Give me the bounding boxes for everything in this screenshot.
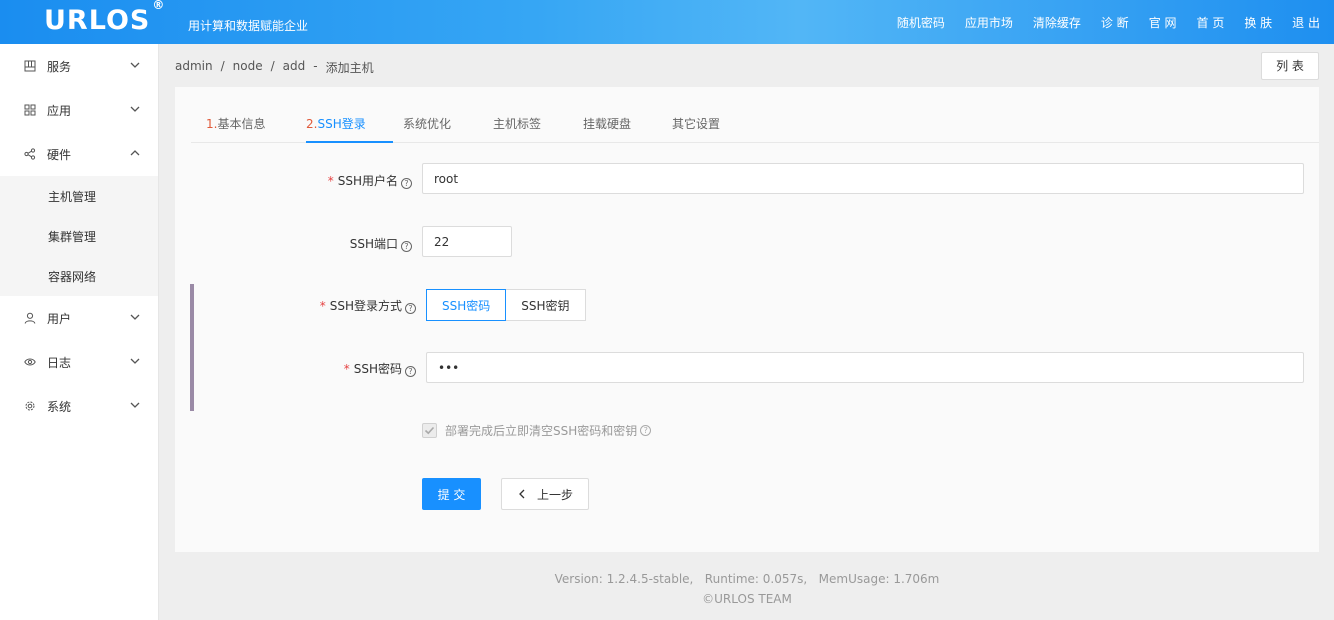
tab-number: 1. <box>206 117 218 131</box>
gear-icon <box>24 400 36 412</box>
tab-number: 2. <box>306 117 318 131</box>
help-icon[interactable]: ? <box>401 241 412 252</box>
help-icon[interactable]: ? <box>405 303 416 314</box>
sidebar-subitem-host-management[interactable]: 主机管理 <box>0 176 158 216</box>
footer-copyright: ©URLOS TEAM <box>702 592 792 606</box>
form-card: 1.基本信息 2.SSH登录 系统优化 主机标签 挂载硬盘 其它设置 * SSH用… <box>175 87 1319 552</box>
ssh-port-label: SSH端口? <box>350 235 412 252</box>
label-text: SSH用户名 <box>337 174 398 188</box>
sidebar-item-label: 服务 <box>47 59 72 74</box>
breadcrumb: admin / node / add - 添加主机 <box>175 59 382 76</box>
ssh-login-method-label: * SSH登录方式? <box>320 297 416 314</box>
section-indicator-bar <box>190 284 194 411</box>
sidebar-item-label: 系统 <box>47 399 72 414</box>
nav-official-site[interactable]: 官 网 <box>1149 14 1177 31</box>
nav-diagnose[interactable]: 诊 断 <box>1101 14 1129 31</box>
chevron-down-icon <box>130 314 140 320</box>
sidebar-item-label: 硬件 <box>47 147 72 162</box>
logo[interactable]: URLOS ® <box>44 0 165 36</box>
help-icon[interactable]: ? <box>401 178 412 189</box>
chevron-up-icon <box>130 150 140 156</box>
ssh-user-label: * SSH用户名? <box>328 172 412 189</box>
previous-step-button[interactable]: 上一步 <box>501 478 589 510</box>
chevron-left-icon <box>519 489 525 499</box>
user-icon <box>24 312 36 324</box>
chevron-down-icon <box>130 402 140 408</box>
sidebar-item-hardware[interactable]: 硬件 <box>0 132 158 176</box>
slogan: 用计算和数据赋能企业 <box>188 19 309 33</box>
step-tabs: 1.基本信息 2.SSH登录 系统优化 主机标签 挂载硬盘 其它设置 <box>191 87 1319 143</box>
nav-random-password[interactable]: 随机密码 <box>897 14 945 31</box>
tab-basic-info[interactable]: 1.基本信息 <box>206 115 265 132</box>
clear-credentials-label: 部署完成后立即清空SSH密码和密钥 <box>445 424 638 438</box>
required-mark: * <box>343 362 350 376</box>
tab-label: 基本信息 <box>217 117 266 131</box>
ssh-port-input[interactable]: 22 <box>422 226 512 257</box>
ssh-password-input[interactable]: ••• <box>426 352 1304 383</box>
apps-icon <box>24 104 36 116</box>
checkmark-icon <box>424 426 435 435</box>
required-mark: * <box>327 174 334 188</box>
sidebar-item-label: 日志 <box>47 355 72 370</box>
top-header: URLOS ® 用计算和数据赋能企业 随机密码 应用市场 清除缓存 诊 断 官 网… <box>0 0 1334 44</box>
sidebar-item-label: 用户 <box>47 311 72 326</box>
chevron-down-icon <box>130 358 140 364</box>
breadcrumb-node[interactable]: node <box>233 59 263 76</box>
ssh-key-option[interactable]: SSH密钥 <box>506 289 586 321</box>
ssh-password-option[interactable]: SSH密码 <box>426 289 507 321</box>
submit-button[interactable]: 提 交 <box>422 478 481 510</box>
footer: Version: 1.2.4.5-stable, Runtime: 0.057s… <box>175 569 1319 609</box>
previous-step-label: 上一步 <box>536 487 573 502</box>
share-icon <box>24 148 36 160</box>
sidebar-submenu-hardware: 主机管理 集群管理 容器网络 <box>0 176 158 296</box>
list-button[interactable]: 列 表 <box>1261 52 1319 80</box>
sidebar-item-apps[interactable]: 应用 <box>0 88 158 132</box>
sidebar-subitem-container-network[interactable]: 容器网络 <box>0 256 158 296</box>
label-text: SSH端口 <box>349 237 398 251</box>
nav-home[interactable]: 首 页 <box>1197 14 1225 31</box>
logo-text: URLOS <box>44 5 151 36</box>
clear-credentials-row: 部署完成后立即清空SSH密码和密钥? <box>422 422 652 439</box>
ssh-user-input[interactable]: root <box>422 163 1304 194</box>
help-icon[interactable]: ? <box>640 425 652 436</box>
eye-icon <box>24 356 36 368</box>
chevron-down-icon <box>130 106 140 112</box>
breadcrumb-add: add <box>282 59 306 73</box>
help-icon[interactable]: ? <box>405 366 416 377</box>
breadcrumb-dash: - <box>313 59 318 73</box>
label-text: SSH密码 <box>353 362 402 376</box>
sidebar-item-label: 应用 <box>47 103 72 118</box>
sidebar-item-service[interactable]: 服务 <box>0 44 158 88</box>
breadcrumb-admin[interactable]: admin <box>175 59 213 76</box>
top-nav: 随机密码 应用市场 清除缓存 诊 断 官 网 首 页 换 肤 退 出 <box>877 0 1320 44</box>
clear-credentials-checkbox[interactable] <box>422 423 437 438</box>
sidebar-item-users[interactable]: 用户 <box>0 296 158 340</box>
breadcrumb-separator: / <box>220 59 225 73</box>
breadcrumb-separator: / <box>270 59 275 73</box>
tab-system-optimize[interactable]: 系统优化 <box>403 115 451 132</box>
nav-clear-cache[interactable]: 清除缓存 <box>1033 14 1081 31</box>
grid-icon <box>24 60 36 72</box>
active-tab-indicator <box>306 141 393 143</box>
footer-version: Version: 1.2.4.5-stable, Runtime: 0.057s… <box>554 572 940 586</box>
nav-logout[interactable]: 退 出 <box>1292 14 1320 31</box>
logo-registered-mark: ® <box>152 0 166 12</box>
sidebar-subitem-cluster-management[interactable]: 集群管理 <box>0 216 158 256</box>
tab-other-settings[interactable]: 其它设置 <box>672 115 720 132</box>
sidebar: 服务 应用 硬件 主机管理 集群管理 容器网络 用户 日志 系统 <box>0 44 159 620</box>
nav-app-market[interactable]: 应用市场 <box>965 14 1013 31</box>
sidebar-item-logs[interactable]: 日志 <box>0 340 158 384</box>
breadcrumb-page-title: 添加主机 <box>325 61 374 75</box>
ssh-password-label: * SSH密码? <box>344 360 416 377</box>
tab-host-tags[interactable]: 主机标签 <box>493 115 541 132</box>
required-mark: * <box>319 299 326 313</box>
label-text: SSH登录方式 <box>329 299 402 313</box>
tab-mount-disk[interactable]: 挂载硬盘 <box>583 115 631 132</box>
tab-label: SSH登录 <box>317 117 366 131</box>
tab-ssh-login[interactable]: 2.SSH登录 <box>306 115 366 132</box>
sidebar-item-system[interactable]: 系统 <box>0 384 158 428</box>
nav-skin[interactable]: 换 肤 <box>1244 14 1272 31</box>
chevron-down-icon <box>130 62 140 68</box>
ssh-login-method-toggle: SSH密码 SSH密钥 <box>426 289 586 321</box>
